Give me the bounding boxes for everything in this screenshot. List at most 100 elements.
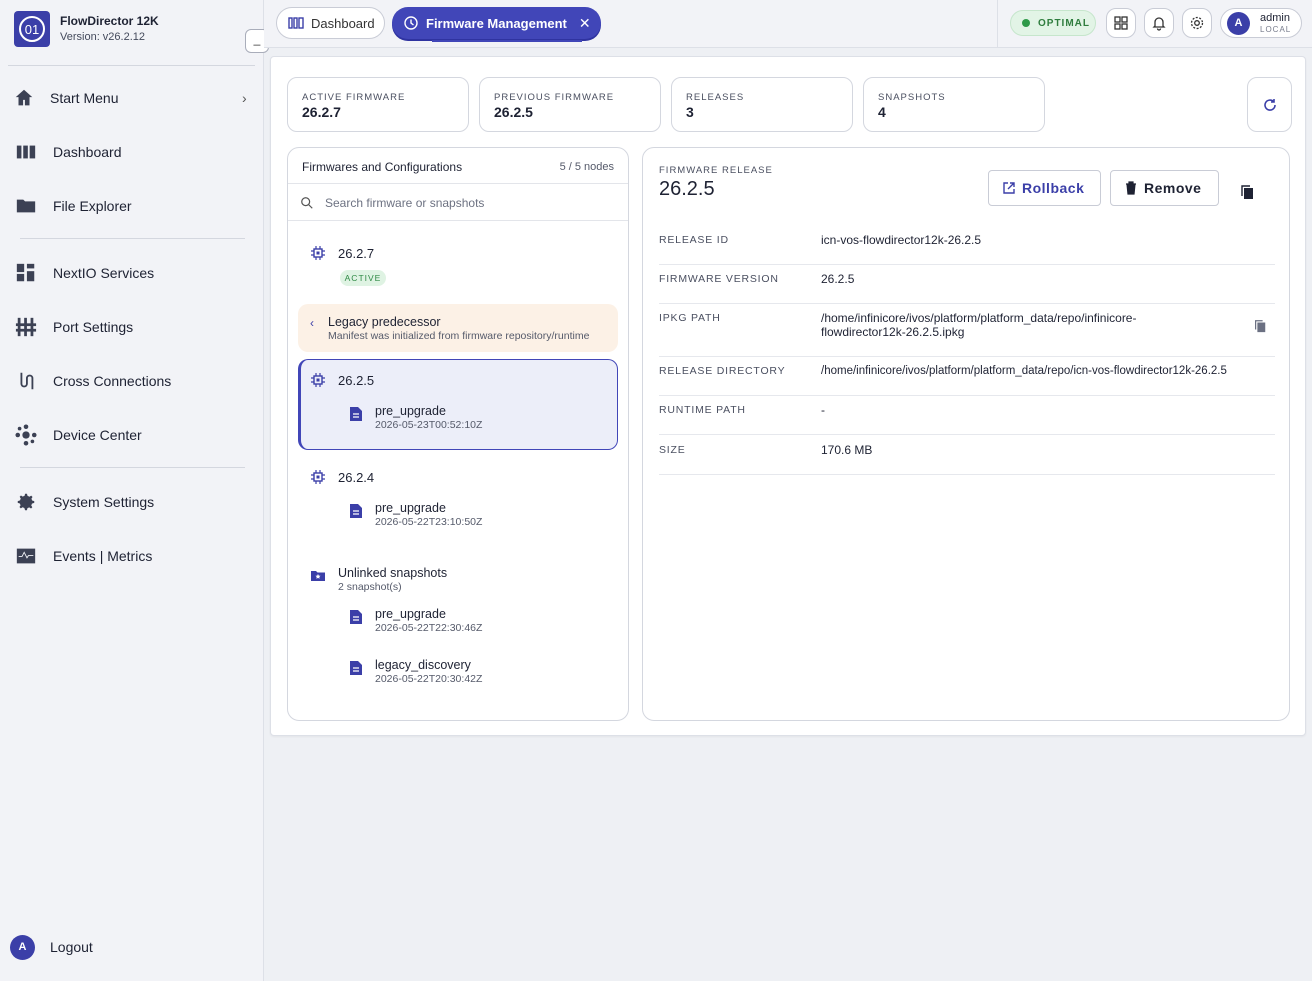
search-input[interactable] [325, 194, 615, 212]
device-center-icon [15, 424, 37, 446]
stat-label: SNAPSHOTS [878, 92, 946, 103]
document-icon [350, 504, 362, 518]
node-count: 5 / 5 nodes [559, 161, 614, 173]
firmware-node-26-2-7[interactable]: 26.2.7 [338, 246, 374, 261]
snapshot-name[interactable]: legacy_discovery [375, 658, 471, 672]
legacy-predecessor-node[interactable]: ‹ Legacy predecessor Manifest was initia… [298, 304, 618, 352]
brand: 01 FlowDirector 12K Version: v26.2.12 _ [14, 11, 269, 53]
row-key: RELEASE ID [659, 234, 729, 246]
row-key: RELEASE DIRECTORY [659, 365, 786, 377]
row-key: FIRMWARE VERSION [659, 273, 779, 285]
sidebar-item-label: Device Center [53, 427, 142, 443]
row-value: - [821, 403, 825, 417]
tab-label: Dashboard [311, 15, 375, 31]
close-icon[interactable]: ✕ [579, 15, 591, 32]
tab-dashboard[interactable]: Dashboard [276, 7, 385, 39]
snapshot-name[interactable]: pre_upgrade [375, 607, 446, 621]
status-text: OPTIMAL [1038, 17, 1090, 29]
firmware-node-26-2-4[interactable]: 26.2.4 [338, 470, 374, 485]
sidebar-item-label: NextIO Services [53, 265, 155, 281]
sidebar-item-events-metrics[interactable]: Events | Metrics [0, 536, 264, 576]
divider [997, 0, 998, 48]
active-tab-indicator [432, 40, 582, 42]
sidebar-item-nextio-services[interactable]: NextIO Services [0, 253, 264, 293]
rollback-button[interactable]: Rollback [988, 170, 1101, 206]
snapshot-name[interactable]: pre_upgrade [375, 404, 446, 418]
sidebar-item-cross-connections[interactable]: Cross Connections [0, 361, 264, 401]
remove-label: Remove [1144, 180, 1202, 196]
firmware-node-26-2-5[interactable]: 26.2.5 [338, 373, 374, 388]
notifications-button[interactable] [1144, 8, 1174, 38]
detail-row-release-directory: RELEASE DIRECTORY /home/infinicore/ivos/… [659, 357, 1275, 396]
folder-icon [15, 195, 37, 217]
user-name: admin [1260, 12, 1290, 24]
copy-icon[interactable] [1253, 319, 1267, 333]
folder-icon [311, 571, 325, 581]
sidebar-item-dashboard[interactable]: Dashboard [0, 132, 264, 172]
chip-icon [311, 373, 325, 387]
sidebar-item-device-center[interactable]: Device Center [0, 415, 264, 455]
sidebar-item-label: Cross Connections [53, 373, 172, 389]
stat-previous-firmware: PREVIOUS FIRMWARE 26.2.5 [479, 77, 661, 132]
document-icon [350, 610, 362, 624]
user-menu[interactable]: A admin LOCAL [1220, 8, 1302, 38]
gear-icon [15, 491, 37, 513]
dashboard-icon [288, 15, 304, 31]
legacy-title: Legacy predecessor [328, 315, 441, 329]
detail-row-firmware-version: FIRMWARE VERSION 26.2.5 [659, 265, 1275, 304]
tree-search [288, 185, 628, 221]
app-logo: 01 [14, 11, 50, 47]
sidebar-item-label: Dashboard [53, 144, 122, 160]
trash-icon [1126, 181, 1136, 195]
rollback-label: Rollback [1022, 180, 1085, 196]
copy-icon[interactable] [1239, 184, 1255, 200]
ports-icon [15, 316, 37, 338]
user-scope: LOCAL [1260, 25, 1292, 34]
firmware-tree: Firmwares and Configurations 5 / 5 nodes… [287, 147, 629, 721]
row-value: 170.6 MB [821, 443, 873, 457]
app-version: Version: v26.2.12 [60, 31, 146, 43]
avatar: A [1227, 12, 1250, 35]
settings-button[interactable] [1182, 8, 1212, 38]
divider [20, 467, 245, 468]
stat-value: 26.2.5 [494, 104, 533, 120]
tree-header: Firmwares and Configurations 5 / 5 nodes [288, 148, 628, 184]
bell-icon [1152, 17, 1166, 31]
legacy-subtitle: Manifest was initialized from firmware r… [328, 330, 590, 342]
unlinked-snapshots[interactable]: Unlinked snapshots [338, 566, 447, 580]
search-icon [301, 197, 313, 209]
row-value: icn-vos-flowdirector12k-26.2.5 [821, 233, 982, 247]
snapshot-name[interactable]: pre_upgrade [375, 501, 446, 515]
divider [8, 65, 255, 66]
sidebar: 01 FlowDirector 12K Version: v26.2.12 _ … [0, 0, 269, 981]
tree-title: Firmwares and Configurations [302, 160, 463, 174]
firmware-detail: FIRMWARE RELEASE 26.2.5 Rollback Remove … [642, 147, 1290, 721]
unlinked-count: 2 snapshot(s) [338, 581, 402, 593]
snapshot-time: 2026-05-22T20:30:42Z [375, 673, 483, 685]
sidebar-item-file-explorer[interactable]: File Explorer [0, 186, 264, 226]
row-key: IPKG PATH [659, 312, 721, 324]
detail-row-release-id: RELEASE ID icn-vos-flowdirector12k-26.2.… [659, 226, 1275, 265]
apps-button[interactable] [1106, 8, 1136, 38]
stat-releases: RELEASES 3 [671, 77, 853, 132]
refresh-button[interactable] [1247, 77, 1292, 132]
detail-row-size: SIZE 170.6 MB [659, 435, 1275, 475]
sidebar-item-label: System Settings [53, 494, 155, 510]
logout-button[interactable]: A Logout [10, 935, 250, 961]
divider [20, 238, 245, 239]
dashboard-icon [15, 141, 37, 163]
document-icon [350, 407, 362, 421]
chip-icon [311, 246, 325, 260]
status-dot [1022, 19, 1030, 27]
sidebar-item-system-settings[interactable]: System Settings [0, 482, 264, 522]
snapshot-time: 2026-05-22T23:10:50Z [375, 516, 483, 528]
services-icon [15, 262, 37, 284]
firmware-management-panel: ACTIVE FIRMWARE 26.2.7 PREVIOUS FIRMWARE… [270, 56, 1306, 736]
stat-label: RELEASES [686, 92, 745, 103]
sidebar-item-port-settings[interactable]: Port Settings [0, 307, 264, 347]
remove-button[interactable]: Remove [1110, 170, 1219, 206]
sidebar-item-start-menu[interactable]: Start Menu › [0, 78, 264, 118]
history-icon: ‹ [310, 316, 314, 330]
row-key: SIZE [659, 444, 686, 456]
tab-firmware-management[interactable]: Firmware Management ✕ [392, 7, 601, 39]
